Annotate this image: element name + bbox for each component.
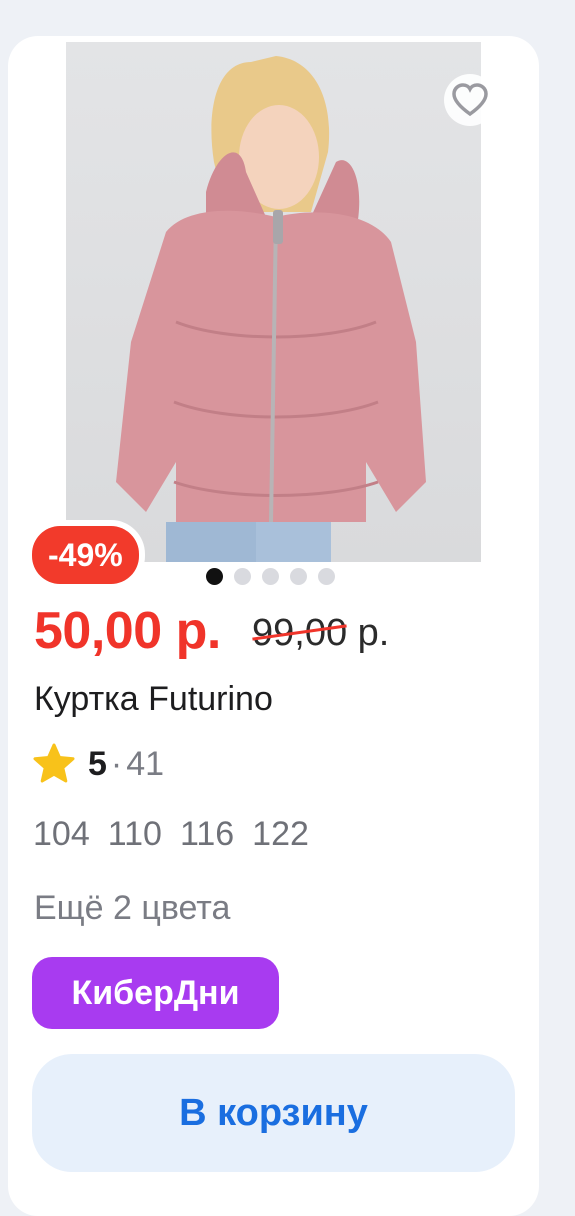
favorite-button[interactable]: [442, 72, 498, 128]
size-list: 104 110 116 122: [33, 812, 309, 856]
rating: 5 · 41: [32, 742, 164, 786]
size-option[interactable]: 110: [108, 812, 162, 856]
size-option[interactable]: 122: [252, 812, 309, 856]
discount-badge: -49%: [32, 526, 139, 584]
pagination-dot[interactable]: [234, 568, 251, 585]
size-option[interactable]: 116: [180, 812, 234, 856]
image-pagination[interactable]: [206, 568, 335, 585]
current-price: 50,00 р.: [34, 602, 221, 660]
jacket-photo: [116, 56, 426, 562]
promo-badge: КиберДни: [32, 957, 279, 1029]
pagination-dot[interactable]: [318, 568, 335, 585]
add-to-cart-button[interactable]: В корзину: [32, 1054, 515, 1172]
pagination-dot[interactable]: [290, 568, 307, 585]
product-image[interactable]: [66, 42, 481, 562]
rating-score: 5: [88, 744, 107, 783]
size-option[interactable]: 104: [33, 812, 90, 856]
more-colors-link[interactable]: Ещё 2 цвета: [34, 886, 230, 930]
old-price: 99,00 р.: [252, 609, 389, 657]
pagination-dot[interactable]: [262, 568, 279, 585]
pagination-dot[interactable]: [206, 568, 223, 585]
review-count: 41: [126, 744, 165, 783]
old-price-value: 99,00 р.: [252, 612, 390, 654]
rating-separator: ·: [110, 744, 123, 783]
star-icon: [33, 743, 75, 783]
heart-icon: [444, 74, 496, 126]
product-title[interactable]: Куртка Futurino: [34, 677, 273, 721]
